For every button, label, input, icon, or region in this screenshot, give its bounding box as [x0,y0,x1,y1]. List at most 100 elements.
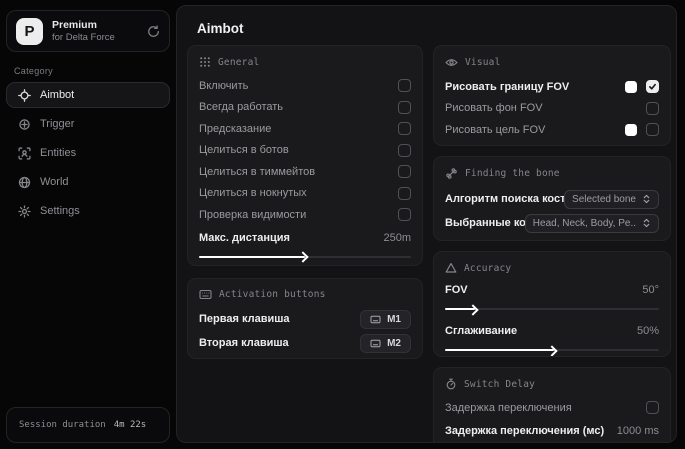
slider-value: 50% [636,325,659,337]
toggle-label: Задержка переключения [445,401,572,414]
selected-bones-label: Выбранные кос [445,217,525,229]
panel-finding-the-bone: Finding the bone Алгоритм поиска кост Se… [433,156,671,241]
bone-row: Алгоритм поиска кост Selected bone [445,187,659,211]
brand-logo: P [16,17,43,45]
panel-title: Switch Delay [464,378,536,390]
toggle-checkbox[interactable] [398,122,411,136]
keybind-label: Вторая клавиша [199,337,289,349]
toggle-label: Целиться в тиммейтов [199,165,316,178]
panel-visual-header: Visual [445,56,659,69]
keybind-value: M1 [387,313,401,325]
keybind-button-m2[interactable]: M2 [360,333,411,353]
sidebar-item-aimbot[interactable]: Aimbot [6,82,170,108]
gear-icon [18,204,31,218]
color-swatch[interactable] [625,80,637,93]
visual-row: Рисовать границу FOV [445,76,659,98]
toggle-checkbox[interactable] [646,123,659,137]
color-swatch[interactable] [625,123,637,136]
visual-label: Рисовать фон FOV [445,102,543,115]
toggle-row: Целиться в нокнутых [199,183,411,205]
sidebar-item-trigger[interactable]: Trigger [6,111,170,137]
toggle-row: Задержка переключения [445,397,659,419]
session-duration-value: 4m 22s [113,420,147,430]
panel-general: General Включить Всегда работать Предска… [187,45,423,266]
updown-chevrons-icon [642,194,651,204]
sidebar: P Premium for Delta Force Category Aimbo… [6,6,170,443]
page-title: Aimbot [197,21,244,36]
bone-row: Выбранные кос Head, Neck, Body, Pe.. [445,211,659,235]
toggle-checkbox[interactable] [398,143,411,157]
toggle-checkbox[interactable] [398,208,411,222]
bone-algorithm-select[interactable]: Selected bone [564,189,659,209]
toggle-label: Целиться в ботов [199,144,289,157]
mouse-key-icon [370,315,381,324]
panel-title: Visual [465,57,501,68]
slider-fill[interactable] [445,349,555,351]
panel-general-header: General [199,56,411,68]
toggle-label: Целиться в нокнутых [199,187,307,200]
toggle-checkbox[interactable] [646,80,659,94]
entities-scan-icon [18,146,31,160]
toggle-row: Целиться в ботов [199,140,411,162]
slider-label: FOV [445,284,468,296]
panel-title: Activation buttons [219,289,326,300]
crosshair-icon [18,88,31,102]
slider-value: 50° [642,284,659,296]
toggle-row: Включить [199,75,411,97]
keybind-row: Вторая клавиша M2 [199,331,411,355]
slider-value: 1000 ms [616,424,659,437]
slider-fill[interactable] [445,308,475,310]
keybind-row: Первая клавиша M1 [199,307,411,331]
keybind-value: M2 [387,337,401,349]
toggle-checkbox[interactable] [398,186,411,200]
toggle-checkbox[interactable] [398,100,411,114]
toggle-checkbox[interactable] [646,101,659,115]
sidebar-item-label: Trigger [40,118,75,130]
switch-delay-slider: Задержка переключения (мс) 1000 ms [445,422,659,443]
triangle-icon [445,262,457,274]
panel-activation-buttons: Activation buttons Первая клавиша M1 Вто… [187,278,423,359]
sidebar-item-settings[interactable]: Settings [6,198,170,224]
eye-icon [445,56,458,69]
selected-bones-select[interactable]: Head, Neck, Body, Pe.. [524,213,659,233]
select-value: Selected bone [572,193,636,205]
slider-label: Макс. дистанция [199,231,290,244]
sidebar-item-entities[interactable]: Entities [6,140,170,166]
toggle-checkbox[interactable] [398,165,411,179]
sidebar-item-label: Entities [40,147,77,159]
panel-accuracy-header: Accuracy [445,262,659,274]
bone-icon [445,167,458,180]
main-panel: Aimbot General Включить Всегда работать … [176,5,677,443]
sync-icon[interactable] [147,24,160,38]
panel-switch-delay: Switch Delay Задержка переключения Задер… [433,367,671,443]
panel-bone-header: Finding the bone [445,167,659,180]
slider-track[interactable] [199,255,411,258]
globe-icon [18,176,31,189]
brand-title: Premium [52,18,97,31]
grid-icon [199,56,211,68]
toggle-row: Целиться в тиммейтов [199,161,411,183]
sidebar-item-label: World [40,176,69,188]
toggle-checkbox[interactable] [398,79,411,93]
trigger-crosshair-icon [18,118,31,131]
toggle-label: Проверка видимости [199,208,307,221]
bone-algorithm-label: Алгоритм поиска кост [445,193,565,205]
max-distance-slider: Макс. дистанция 250m [199,229,411,258]
panel-title: Accuracy [464,262,512,274]
keybind-button-m1[interactable]: M1 [360,309,411,329]
slider-track[interactable] [445,349,659,351]
smoothing-slider: Сглаживание 50% [445,322,659,351]
category-label: Category [14,66,53,76]
sidebar-item-world[interactable]: World [6,169,170,195]
brand-text: Premium for Delta Force [52,19,138,44]
select-value: Head, Neck, Body, Pe.. [532,217,636,229]
sidebar-item-label: Settings [40,205,80,217]
visual-label: Рисовать цель FOV [445,123,546,136]
slider-fill[interactable] [199,255,305,258]
brand-subtitle: for Delta Force [52,31,115,43]
panel-activation-header: Activation buttons [199,289,411,300]
panel-title: General [218,56,260,68]
slider-track[interactable] [445,308,659,310]
toggle-label: Предсказание [199,122,272,135]
toggle-checkbox[interactable] [646,401,659,415]
